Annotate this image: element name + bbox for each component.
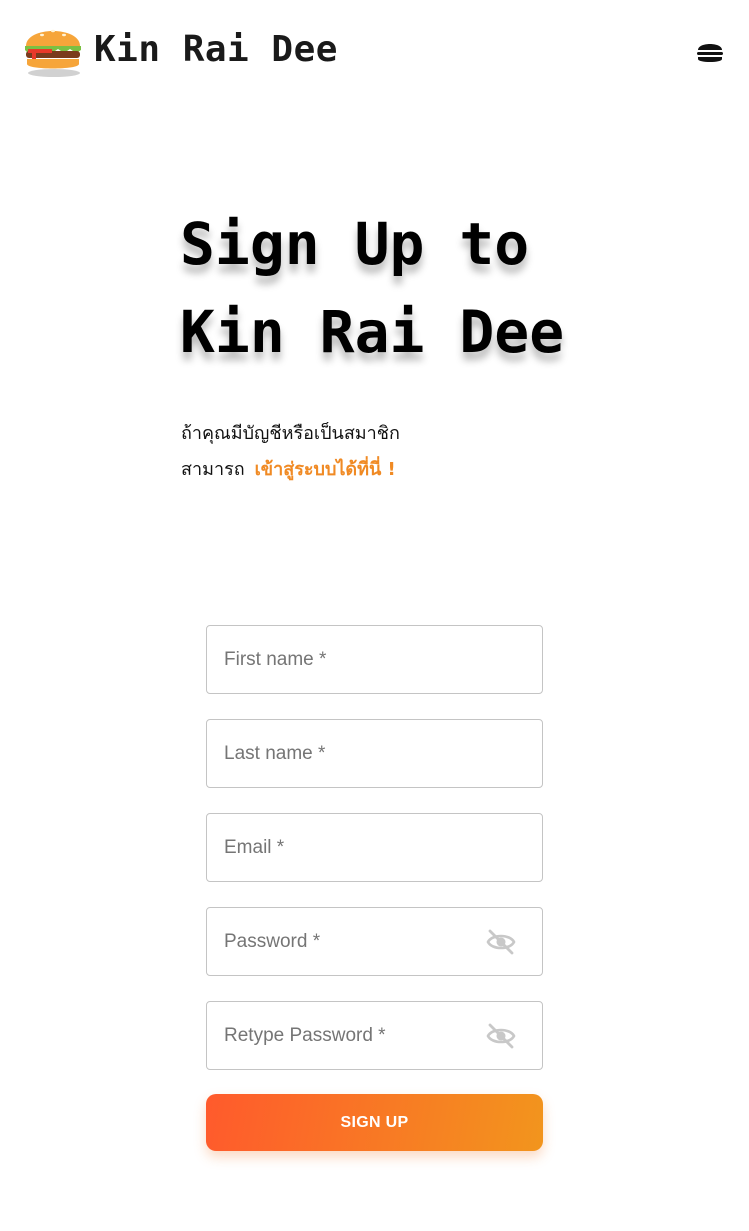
- eye-off-icon[interactable]: [486, 929, 516, 955]
- login-prompt: ถ้าคุณมีบัญชีหรือเป็นสมาชิก สามารถ เข้าสู…: [181, 416, 400, 488]
- login-prompt-prefix: สามารถ: [181, 459, 245, 480]
- password-field-wrapper: [206, 907, 543, 976]
- login-prompt-line-2: สามารถ เข้าสู่ระบบได้ที่นี่ !: [181, 452, 400, 488]
- top-nav: Kin Rai Dee: [0, 0, 749, 100]
- sign-up-button[interactable]: SIGN UP: [206, 1094, 543, 1151]
- first-name-input[interactable]: [207, 626, 542, 693]
- burger-logo-icon[interactable]: [22, 16, 84, 78]
- title-line-1: Sign Up to: [180, 210, 530, 278]
- email-field-wrapper: [206, 813, 543, 882]
- last-name-input[interactable]: [207, 720, 542, 787]
- eye-off-icon[interactable]: [486, 1023, 516, 1049]
- email-input[interactable]: [207, 814, 542, 881]
- last-name-field-wrapper: [206, 719, 543, 788]
- signup-form: SIGN UP: [206, 625, 543, 1151]
- retype-password-field-wrapper: [206, 1001, 543, 1070]
- login-prompt-line-1: ถ้าคุณมีบัญชีหรือเป็นสมาชิก: [181, 423, 400, 444]
- title-line-2: Kin Rai Dee: [180, 298, 565, 366]
- burger-menu-icon[interactable]: [694, 36, 726, 68]
- brand-title[interactable]: Kin Rai Dee: [94, 26, 338, 74]
- login-link[interactable]: เข้าสู่ระบบได้ที่นี่ !: [255, 459, 396, 480]
- page-title: Sign Up to Kin Rai Dee: [180, 200, 700, 376]
- first-name-field-wrapper: [206, 625, 543, 694]
